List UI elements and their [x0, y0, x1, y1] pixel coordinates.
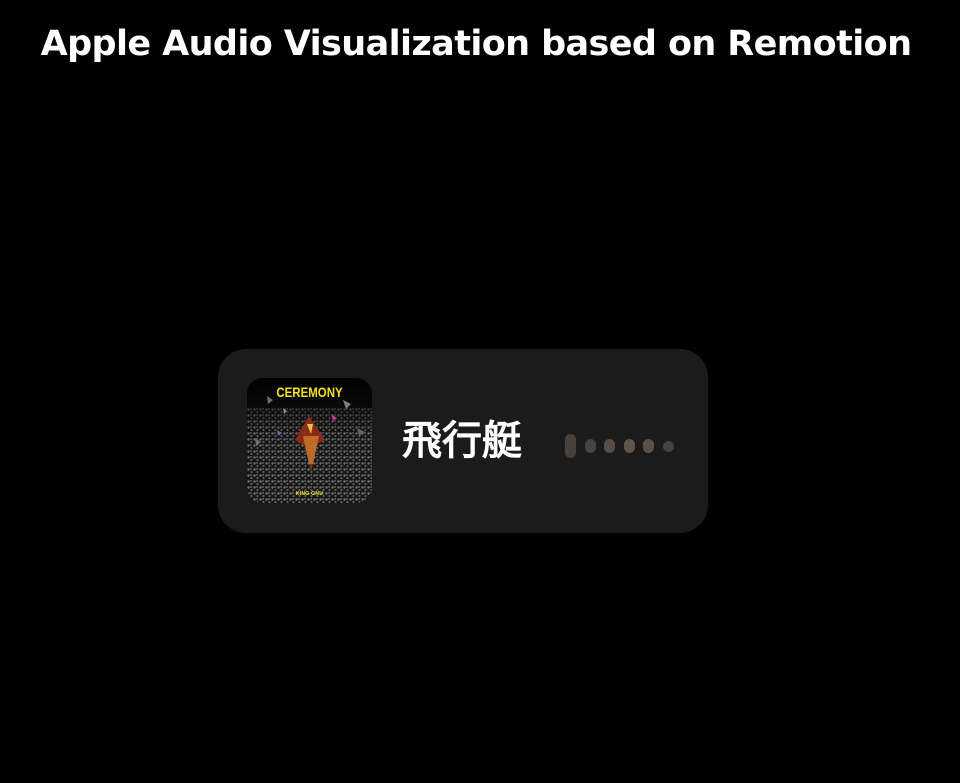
page: Apple Audio Visualization based on Remot…	[0, 0, 960, 783]
album-title: CEREMONY	[276, 384, 343, 400]
visualizer-bar	[584, 439, 596, 453]
visualizer-bar	[604, 439, 615, 453]
album-art[interactable]: CEREMONY KING GNU	[247, 378, 372, 503]
visualizer-bar	[643, 439, 654, 453]
page-title: Apple Audio Visualization based on Remot…	[40, 24, 912, 64]
album-credit: KING GNU	[295, 491, 324, 497]
visualizer-bar	[662, 440, 674, 452]
visualizer-bar	[623, 439, 635, 453]
audio-visualizer	[565, 433, 677, 459]
track-title: 飛行艇	[402, 418, 522, 464]
visualizer-bar	[565, 434, 576, 458]
now-playing-card[interactable]: CEREMONY KING GNU 飛行艇	[218, 349, 708, 533]
